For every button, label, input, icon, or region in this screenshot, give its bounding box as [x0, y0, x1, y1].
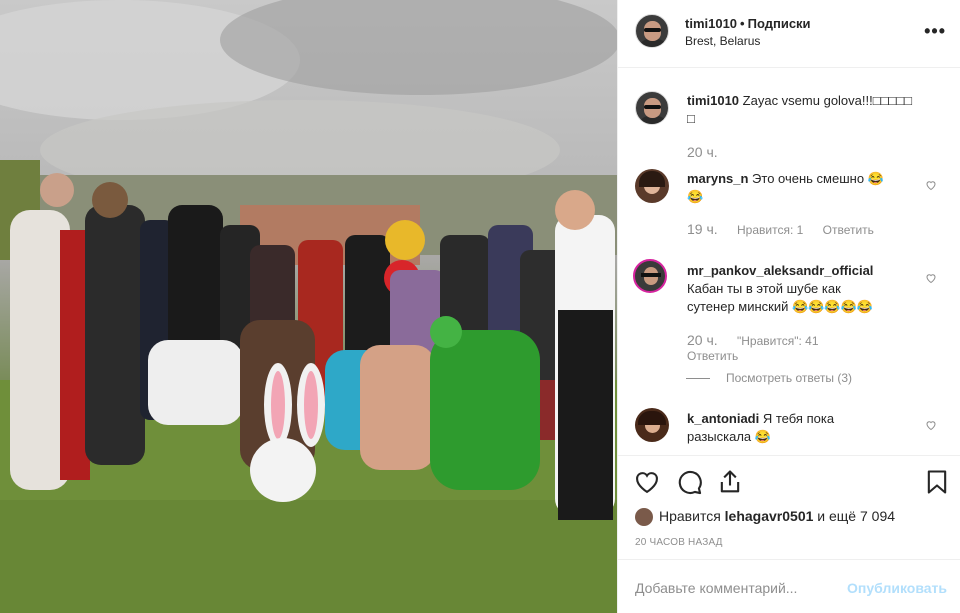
heart-icon[interactable]	[633, 468, 661, 496]
caption-time: 20 ч.	[687, 144, 718, 160]
post-actions: Нравится lehagavr0501 и ещё 7 094 20 ЧАС…	[618, 455, 960, 559]
caption-text: Zayac vsemu golova!!!□□□□□	[742, 93, 912, 108]
follow-button[interactable]: Подписки	[748, 16, 811, 31]
author-username[interactable]: timi1010	[685, 16, 737, 31]
post-header: timi1010 • Подписки Brest, Belarus •••	[618, 0, 960, 68]
reply-button[interactable]: Ответить	[687, 349, 738, 363]
comment-text: Кабан ты в этой шубе как	[687, 281, 841, 296]
comment-like-heart-icon[interactable]	[925, 179, 937, 191]
comment-username[interactable]: k_antoniadi	[687, 411, 759, 426]
liker-avatar[interactable]	[635, 508, 653, 527]
comment-avatar[interactable]	[633, 259, 667, 293]
photo-illustration	[0, 0, 617, 613]
comment-time: 19 ч.	[687, 221, 718, 237]
comment-username[interactable]: maryns_n	[687, 171, 748, 186]
author-avatar[interactable]	[635, 14, 669, 48]
comment-meta: 19 ч. Нравится: 1 Ответить	[687, 221, 890, 237]
likes-prefix: Нравится	[659, 508, 721, 524]
replies-divider	[686, 378, 710, 380]
comment-avatar[interactable]	[635, 169, 669, 203]
likes-summary: Нравится lehagavr0501 и ещё 7 094	[635, 508, 895, 527]
comment-3: k_antoniadi Я тебя пока разыскала 😂	[687, 410, 917, 446]
caption-avatar[interactable]	[635, 91, 669, 125]
comment-username[interactable]: mr_pankov_aleksandr_official	[687, 263, 873, 278]
author-line: timi1010 • Подписки	[685, 16, 811, 31]
comment-text: Это очень смешно 😂	[752, 171, 884, 186]
comment-text-line2: сутенер минский 😂😂😂😂😂	[687, 299, 873, 314]
add-comment-bar: Добавьте комментарий... Опубликовать	[618, 559, 960, 613]
bookmark-icon[interactable]	[923, 468, 951, 496]
caption-text-line2: □	[687, 111, 695, 126]
view-replies[interactable]: Посмотреть ответы (3)	[686, 371, 852, 385]
comment-1: maryns_n Это очень смешно 😂 😂	[687, 170, 917, 206]
post-photo[interactable]	[0, 0, 617, 613]
share-icon[interactable]	[716, 468, 744, 496]
likes-count[interactable]: и ещё 7 094	[817, 508, 895, 524]
comments-list: timi1010 Zayac vsemu golova!!!□□□□□ □ 20…	[618, 69, 960, 454]
view-replies-label[interactable]: Посмотреть ответы (3)	[726, 371, 852, 385]
comment-time: 20 ч.	[687, 332, 718, 348]
comment-likes[interactable]: "Нравится": 41	[737, 334, 819, 348]
post-timestamp: 20 ЧАСОВ НАЗАД	[635, 537, 723, 548]
comment-text: Я тебя пока	[762, 411, 835, 426]
comment-avatar[interactable]	[635, 408, 669, 442]
comment-like-heart-icon[interactable]	[925, 272, 937, 284]
comment-input[interactable]: Добавьте комментарий...	[635, 580, 797, 596]
comment-text-line2: разыскала 😂	[687, 429, 771, 444]
post-location[interactable]: Brest, Belarus	[685, 34, 760, 48]
more-horizontal-icon[interactable]: •••	[924, 21, 946, 42]
comment-meta: 20 ч. "Нравится": 41	[687, 332, 835, 348]
reply-button[interactable]: Ответить	[823, 223, 874, 237]
comment-2: mr_pankov_aleksandr_official Кабан ты в …	[687, 262, 917, 316]
post-sidebar: timi1010 • Подписки Brest, Belarus ••• tim…	[617, 0, 960, 613]
post-viewer: timi1010 • Подписки Brest, Belarus ••• tim…	[0, 0, 960, 613]
publish-button[interactable]: Опубликовать	[847, 580, 947, 596]
comment-icon[interactable]	[675, 468, 703, 496]
caption-username[interactable]: timi1010	[687, 93, 739, 108]
comment-like-heart-icon[interactable]	[925, 419, 937, 431]
liker-username[interactable]: lehagavr0501	[725, 508, 814, 524]
caption: timi1010 Zayac vsemu golova!!!□□□□□ □	[687, 92, 937, 128]
comment-text-line2: 😂	[687, 189, 704, 204]
comment-likes[interactable]: Нравится: 1	[737, 223, 803, 237]
